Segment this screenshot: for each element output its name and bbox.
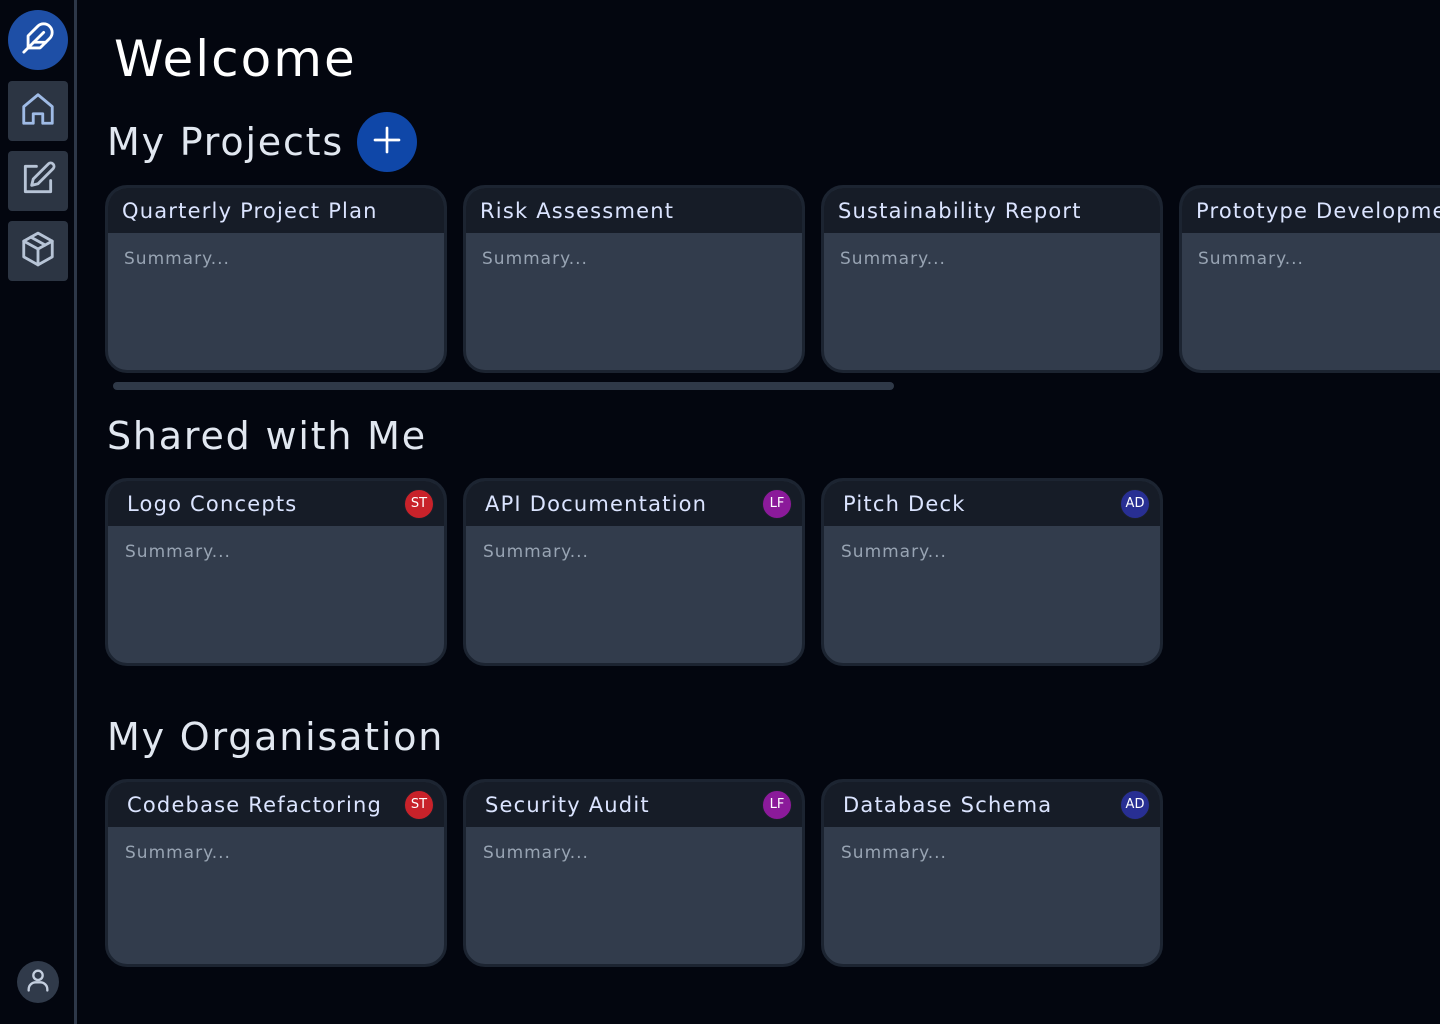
sidebar: [0, 0, 74, 1024]
shared-card[interactable]: Pitch Deck AD Summary...: [821, 478, 1163, 666]
shared-card[interactable]: Logo Concepts ST Summary...: [105, 478, 447, 666]
owner-avatar: LF: [762, 789, 792, 820]
feather-icon: [21, 21, 55, 59]
account-button[interactable]: [17, 961, 59, 1003]
card-header: API Documentation LF: [466, 481, 802, 526]
owner-avatar: LF: [762, 488, 792, 519]
card-title: Logo Concepts: [127, 491, 298, 516]
organisation-card[interactable]: Database Schema AD Summary...: [821, 779, 1163, 967]
card-summary: Summary...: [840, 249, 946, 269]
card-header: Database Schema AD: [824, 782, 1160, 827]
project-card[interactable]: Prototype Development Summary...: [1179, 185, 1440, 373]
horizontal-scrollbar[interactable]: [113, 382, 894, 390]
logo-button[interactable]: [8, 10, 68, 70]
my-projects-list: Quarterly Project Plan Summary... Risk A…: [105, 185, 1440, 373]
card-title: Codebase Refactoring: [127, 792, 383, 817]
card-summary: Summary...: [482, 249, 588, 269]
nav-home-button[interactable]: [8, 81, 68, 141]
section-title-organisation: My Organisation: [107, 715, 445, 759]
project-card[interactable]: Sustainability Report Summary...: [821, 185, 1163, 373]
card-summary: Summary...: [841, 843, 947, 863]
card-header: Prototype Development: [1182, 188, 1440, 233]
card-title: Database Schema: [843, 792, 1053, 817]
card-header: Codebase Refactoring ST: [108, 782, 444, 827]
user-icon: [24, 966, 52, 998]
owner-avatar: AD: [1120, 789, 1150, 820]
card-summary: Summary...: [125, 542, 231, 562]
shared-list: Logo Concepts ST Summary... API Document…: [105, 478, 1163, 666]
card-title: Quarterly Project Plan: [122, 198, 378, 223]
owner-avatar: AD: [1120, 488, 1150, 519]
card-title: Pitch Deck: [843, 491, 966, 516]
card-header: Pitch Deck AD: [824, 481, 1160, 526]
card-summary: Summary...: [483, 542, 589, 562]
card-summary: Summary...: [1198, 249, 1304, 269]
card-header: Quarterly Project Plan: [108, 188, 444, 233]
shared-card[interactable]: API Documentation LF Summary...: [463, 478, 805, 666]
card-title: Sustainability Report: [838, 198, 1082, 223]
plus-icon: [371, 124, 403, 160]
organisation-list: Codebase Refactoring ST Summary... Secur…: [105, 779, 1163, 967]
card-summary: Summary...: [483, 843, 589, 863]
owner-avatar: ST: [404, 789, 434, 820]
card-title: Prototype Development: [1196, 198, 1440, 223]
card-title: Risk Assessment: [480, 198, 675, 223]
add-project-button[interactable]: [357, 112, 417, 172]
card-header: Security Audit LF: [466, 782, 802, 827]
section-title-my-projects: My Projects: [107, 120, 344, 164]
card-summary: Summary...: [841, 542, 947, 562]
nav-edit-button[interactable]: [8, 151, 68, 211]
card-header: Logo Concepts ST: [108, 481, 444, 526]
card-summary: Summary...: [125, 843, 231, 863]
card-title: Security Audit: [485, 792, 650, 817]
owner-avatar: ST: [404, 488, 434, 519]
nav-packages-button[interactable]: [8, 221, 68, 281]
card-header: Sustainability Report: [824, 188, 1160, 233]
organisation-card[interactable]: Security Audit LF Summary...: [463, 779, 805, 967]
cube-icon: [19, 230, 57, 272]
sidebar-divider: [74, 0, 77, 1024]
edit-icon: [19, 160, 57, 202]
section-title-shared: Shared with Me: [107, 414, 427, 458]
page-title: Welcome: [114, 30, 357, 88]
card-summary: Summary...: [124, 249, 230, 269]
project-card[interactable]: Risk Assessment Summary...: [463, 185, 805, 373]
organisation-card[interactable]: Codebase Refactoring ST Summary...: [105, 779, 447, 967]
card-header: Risk Assessment: [466, 188, 802, 233]
project-card[interactable]: Quarterly Project Plan Summary...: [105, 185, 447, 373]
home-icon: [19, 90, 57, 132]
card-title: API Documentation: [485, 491, 708, 516]
